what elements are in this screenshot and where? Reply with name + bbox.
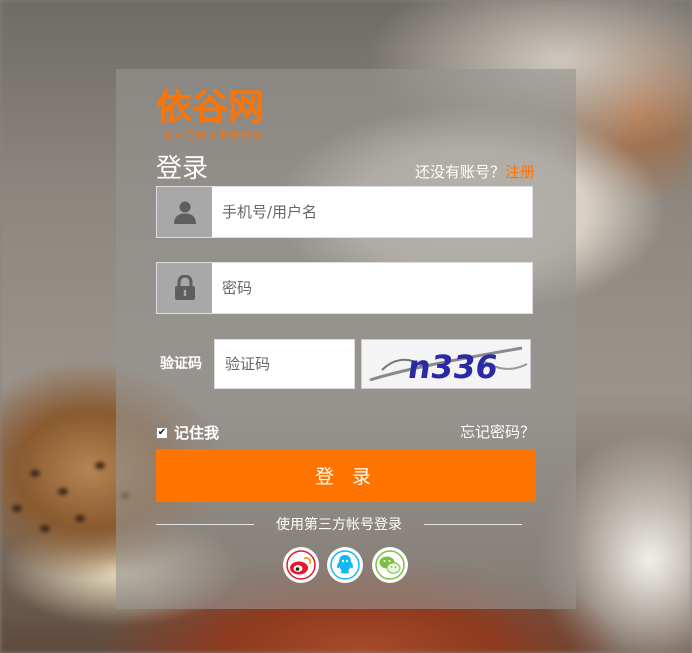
captcha-image[interactable]: n336 bbox=[361, 339, 531, 389]
logo-wordmark: 依谷网 bbox=[156, 87, 265, 128]
username-field bbox=[156, 186, 533, 238]
login-button[interactable]: 登 录 bbox=[156, 449, 536, 502]
captcha-text: n336 bbox=[406, 348, 501, 386]
remember-checkbox[interactable]: ✔ bbox=[156, 426, 168, 439]
username-input[interactable] bbox=[212, 187, 532, 237]
third-party-label: 使用第三方帐号登录 bbox=[276, 517, 402, 533]
remember-me[interactable]: ✔ 记住我 bbox=[156, 422, 219, 443]
divider-line-right bbox=[424, 523, 522, 525]
site-logo: 依谷网 农产品旗下购物网站 bbox=[156, 88, 306, 142]
remember-label: 记住我 bbox=[174, 424, 220, 442]
captcha-input[interactable] bbox=[214, 339, 355, 389]
captcha-label: 验证码 bbox=[160, 356, 202, 372]
qq-icon[interactable] bbox=[327, 547, 363, 583]
third-party-divider: 使用第三方帐号登录 bbox=[156, 514, 536, 534]
register-link[interactable]: 注册 bbox=[505, 163, 535, 181]
register-prompt: 还没有账号？注册 bbox=[415, 161, 535, 182]
divider-line-left bbox=[156, 523, 254, 525]
password-input[interactable] bbox=[212, 263, 532, 313]
user-icon bbox=[157, 187, 212, 237]
page-title: 登录 bbox=[156, 154, 209, 184]
lock-icon bbox=[157, 263, 212, 313]
password-field bbox=[156, 262, 533, 314]
forgot-password-link[interactable]: 忘记密码？ bbox=[460, 421, 535, 442]
logo-tagline: 农产品旗下购物网站 bbox=[164, 131, 264, 141]
wechat-icon[interactable] bbox=[372, 547, 408, 583]
register-prompt-text: 还没有账号？ bbox=[414, 163, 505, 181]
weibo-icon[interactable] bbox=[283, 547, 319, 583]
